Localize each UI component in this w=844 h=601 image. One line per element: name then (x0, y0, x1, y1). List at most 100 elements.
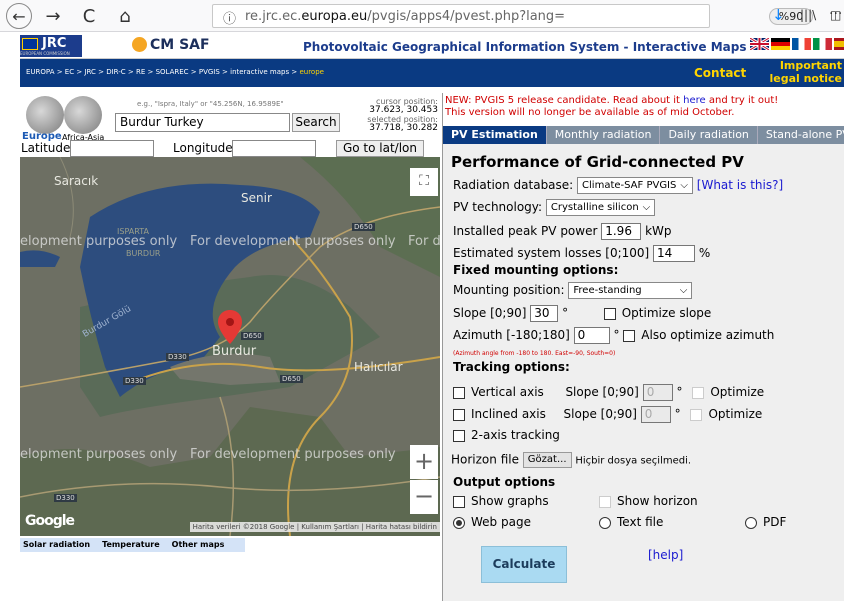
map-marker-icon[interactable] (218, 310, 242, 344)
fr-flag-icon[interactable] (792, 38, 811, 50)
azimuth-input[interactable]: 0 (573, 327, 610, 344)
cmsaf-logo[interactable]: CM SAF (132, 37, 210, 53)
vertical-optimize-checkbox[interactable] (692, 386, 705, 399)
map-tab-other[interactable]: Other maps (172, 538, 225, 552)
radiation-select[interactable]: Climate-SAF PVGIS ⌵ (577, 177, 693, 194)
slope-row: Slope [0;90] 30 ° Optimize slope (453, 305, 712, 322)
road-label: D330 (123, 377, 146, 385)
latitude-input[interactable] (70, 140, 154, 157)
no-file-label: Hiçbir dosya seçilmedi. (575, 455, 692, 467)
map-tab-solar[interactable]: Solar radiation (23, 538, 90, 552)
right-panel: NEW: PVGIS 5 release candidate. Read abo… (442, 93, 844, 601)
peak-power-input[interactable]: 1.96 (601, 223, 642, 240)
zoom-in-button[interactable]: + (410, 445, 438, 479)
help-link[interactable]: [help] (648, 548, 683, 562)
here-link[interactable]: here (683, 95, 706, 106)
page: ← → C ⌂ ⓘ re.jrc.ec.europa.eu/pvgis/apps… (0, 0, 844, 601)
position-readout: cursor position: 37.623, 30.453 selected… (367, 97, 438, 133)
road-label: D650 (352, 223, 375, 231)
forward-button[interactable]: → (40, 3, 66, 29)
contact-link[interactable]: Contact (694, 66, 746, 80)
map-view[interactable]: Saracık Senir ISPARTA BURDUR Burdur Gölü… (20, 157, 440, 536)
calculate-button[interactable]: Calculate (481, 546, 567, 583)
jrc-logo[interactable]: JRC EUROPEAN COMMISSION (20, 35, 82, 57)
dev-watermark: elopment purposes only (20, 447, 178, 462)
eu-flag-icon (22, 38, 38, 50)
breadcrumb[interactable]: EUROPA > EC > JRC > DIR-C > RE > SOLAREC… (26, 68, 324, 76)
search-input[interactable]: Burdur Turkey (115, 113, 290, 132)
europe-globe-icon[interactable] (26, 96, 64, 134)
sidebar-icon[interactable]: ◫ (830, 8, 841, 22)
url-bar[interactable]: ⓘ re.jrc.ec.europa.eu/pvgis/apps4/pvest.… (212, 4, 842, 28)
road-label: D650 (241, 332, 264, 340)
mounting-select[interactable]: Free-standing ⌵ (568, 282, 693, 299)
output-heading: Output options (453, 475, 556, 489)
inclined-optimize-checkbox[interactable] (690, 408, 703, 421)
pv-tech-select[interactable]: Crystalline silicon ⌵ (545, 199, 656, 216)
es-flag-icon[interactable] (834, 38, 844, 50)
google-logo[interactable]: Google (25, 513, 75, 529)
search-button[interactable]: Search (292, 113, 340, 132)
reload-button[interactable]: C (76, 3, 102, 29)
what-is-this-link[interactable]: [What is this?] (697, 178, 783, 192)
search-panel: Europe Africa-Asia e.g., "Ispra, Italy" … (20, 96, 440, 157)
web-page-row: Web page (453, 515, 531, 529)
site-header: JRC EUROPEAN COMMISSION CM SAF Photovolt… (20, 33, 844, 59)
home-button[interactable]: ⌂ (112, 3, 138, 29)
pv-form: Performance of Grid-connected PV Radiati… (443, 144, 844, 601)
show-horizon-checkbox[interactable] (599, 495, 611, 508)
latitude-label: Latitude: (21, 141, 75, 155)
map-label-burdur-region: BURDUR (126, 249, 161, 258)
browser-toolbar: ← → C ⌂ ⓘ re.jrc.ec.europa.eu/pvgis/apps… (0, 0, 844, 32)
sun-icon (132, 37, 147, 52)
optimize-slope-checkbox[interactable] (603, 307, 616, 320)
losses-input[interactable]: 14 (653, 245, 696, 262)
de-flag-icon[interactable] (771, 38, 790, 50)
text-file-row: Text file (599, 515, 663, 529)
map-tab-temperature[interactable]: Temperature (102, 538, 160, 552)
pdf-radio[interactable] (745, 516, 757, 529)
download-icon[interactable]: ↓ (772, 6, 785, 24)
longitude-input[interactable] (232, 140, 316, 157)
inclined-slope-input[interactable]: 0 (640, 406, 671, 423)
road-label: D330 (166, 353, 189, 361)
two-axis-checkbox[interactable] (453, 429, 465, 442)
azimuth-note: (Azimuth angle from -180 to 180. East=-9… (453, 350, 616, 357)
vertical-slope-input[interactable]: 0 (642, 384, 673, 401)
tab-monthly-radiation[interactable]: Monthly radiation (547, 126, 661, 144)
tab-pv-estimation[interactable]: PV Estimation (443, 126, 547, 144)
it-flag-icon[interactable] (813, 38, 832, 50)
map-attribution[interactable]: Harita verileri ©2018 Google | Kullanım … (189, 522, 440, 532)
inclined-axis-checkbox[interactable] (453, 408, 465, 421)
dev-watermark: For d (408, 234, 440, 249)
tab-stand-alone-pv[interactable]: Stand-alone PV (758, 126, 844, 144)
show-graphs-checkbox[interactable] (453, 495, 465, 508)
uk-flag-icon[interactable] (749, 36, 770, 52)
slope-input[interactable]: 30 (530, 305, 559, 322)
vertical-axis-checkbox[interactable] (453, 386, 465, 399)
search-hint: e.g., "Ispra, Italy" or "45.256N, 16.958… (137, 100, 284, 108)
optimize-azimuth-checkbox[interactable] (623, 329, 636, 342)
zoom-out-button[interactable]: − (410, 480, 438, 514)
map-label-senir: Senir (241, 191, 272, 205)
pv-tech-row: PV technology: Crystalline silicon ⌵ (453, 199, 656, 216)
form-title: Performance of Grid-connected PV (451, 153, 744, 171)
web-page-radio[interactable] (453, 516, 465, 529)
road-label: D650 (280, 375, 303, 383)
browse-button[interactable]: Gözat... (522, 452, 572, 468)
tab-daily-radiation[interactable]: Daily radiation (660, 126, 758, 144)
library-icon[interactable]: |||\ (800, 8, 816, 22)
inclined-axis-row: Inclined axis Slope [0;90] 0 ° Optimize (453, 406, 762, 423)
fullscreen-icon[interactable]: ⛶ (410, 168, 438, 196)
url-text: re.jrc.ec.europa.eu/pvgis/apps4/pvest.ph… (245, 9, 566, 24)
africa-asia-globe-icon[interactable] (64, 96, 102, 134)
legal-notice-link[interactable]: Important legal notice (764, 59, 842, 85)
back-button[interactable]: ← (6, 3, 32, 29)
site-title: Photovoltaic Geographical Information Sy… (303, 40, 747, 54)
text-file-radio[interactable] (599, 516, 611, 529)
two-axis-row: 2-axis tracking (453, 428, 560, 442)
map-layer-tabs: Solar radiation Temperature Other maps (20, 538, 245, 552)
goto-latlon-button[interactable]: Go to lat/lon (336, 140, 424, 157)
info-icon[interactable]: ⓘ (223, 8, 236, 27)
release-notice: NEW: PVGIS 5 release candidate. Read abo… (445, 95, 779, 118)
